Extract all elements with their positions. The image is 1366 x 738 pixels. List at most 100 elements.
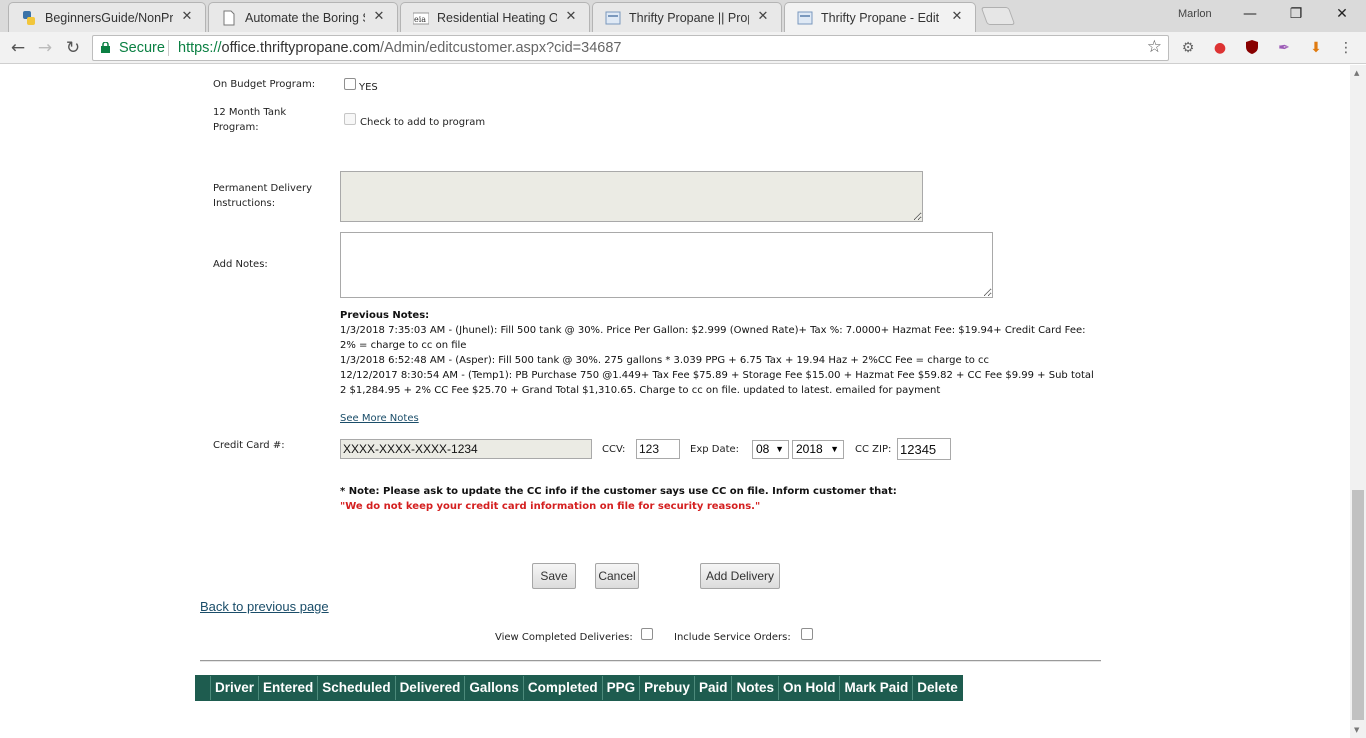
previous-note-item: 12/12/2017 8:30:54 AM - (Temp1): PB Purc… xyxy=(340,370,1094,396)
previous-notes-heading: Previous Notes: xyxy=(340,310,430,321)
cc-update-note: * Note: Please ask to update the CC info… xyxy=(340,486,897,497)
back-arrow-icon[interactable]: ← xyxy=(7,37,29,59)
exp-month-value: 08 xyxy=(756,442,770,456)
table-header-cell[interactable]: Notes xyxy=(731,676,778,700)
close-tab-icon[interactable]: ✕ xyxy=(371,9,387,25)
add-delivery-button[interactable]: Add Delivery xyxy=(700,563,780,589)
close-tab-icon[interactable]: ✕ xyxy=(179,9,195,25)
tab-strip: BeginnersGuide/NonProg ✕ Automate the Bo… xyxy=(0,0,1366,33)
url-host: office.thriftypropane.com xyxy=(221,40,381,56)
minimize-button[interactable]: — xyxy=(1227,0,1273,30)
perm-instructions-textarea[interactable] xyxy=(340,171,923,222)
divider xyxy=(200,660,1101,662)
table-header-cell[interactable]: Driver xyxy=(210,676,258,700)
ublock-icon[interactable] xyxy=(1243,39,1261,57)
feather-icon[interactable]: ✒ xyxy=(1275,39,1293,57)
table-header-cell[interactable]: Mark Paid xyxy=(839,676,912,700)
tab-title: Thrifty Propane || Propan xyxy=(629,11,749,25)
settings-extension-icon[interactable]: ⚙ xyxy=(1179,39,1197,57)
tab-title: Residential Heating Oil W xyxy=(437,11,557,25)
cancel-button[interactable]: Cancel xyxy=(595,563,639,589)
add-notes-label: Add Notes: xyxy=(213,259,268,270)
table-header-cell[interactable]: Prebuy xyxy=(639,676,694,700)
table-header-cell[interactable]: Gallons xyxy=(464,676,523,700)
python-icon xyxy=(23,11,35,25)
tank-program-label-line1: 12 Month Tank xyxy=(213,107,287,118)
budget-yes-checkbox[interactable] xyxy=(344,78,356,90)
page-icon xyxy=(797,11,813,25)
back-to-previous-page-link[interactable]: Back to previous page xyxy=(200,599,329,614)
save-button[interactable]: Save xyxy=(532,563,576,589)
dropdown-arrow-icon: ▼ xyxy=(775,444,784,454)
tank-program-checkbox[interactable] xyxy=(344,113,356,125)
budget-yes-label: YES xyxy=(359,82,378,93)
close-tab-icon[interactable]: ✕ xyxy=(755,9,771,25)
cc-zip-input[interactable] xyxy=(897,438,951,460)
page-content: On Budget Program: YES 12 Month Tank Pro… xyxy=(0,65,1350,738)
cc-security-warning: "We do not keep your credit card informa… xyxy=(340,501,761,512)
budget-program-label: On Budget Program: xyxy=(213,79,316,90)
table-header-cell[interactable]: Delivered xyxy=(394,676,465,700)
scroll-down-arrow-icon[interactable]: ▼ xyxy=(1354,726,1359,734)
tab-title: Automate the Boring Stu xyxy=(245,11,365,25)
ccv-input[interactable] xyxy=(636,439,680,459)
ccv-label: CCV: xyxy=(602,444,626,455)
previous-note-item: 1/3/2018 7:35:03 AM - (Jhunel): Fill 500… xyxy=(340,325,1086,351)
exp-year-value: 2018 xyxy=(796,442,823,456)
table-header-cell[interactable]: Entered xyxy=(258,676,317,700)
table-header-cell[interactable]: On Hold xyxy=(777,676,840,700)
table-header-cell[interactable]: Paid xyxy=(693,676,732,700)
exp-month-select[interactable]: 08 ▼ xyxy=(752,440,789,459)
add-notes-textarea[interactable] xyxy=(340,232,993,298)
table-header-cell[interactable]: Completed xyxy=(522,676,602,700)
forward-arrow-icon[interactable]: → xyxy=(34,37,56,59)
tab-title: Thrifty Propane - Edit Cu xyxy=(821,11,943,25)
table-header-cell[interactable]: Scheduled xyxy=(317,676,394,700)
browser-tab-2[interactable]: Automate the Boring Stu ✕ xyxy=(208,2,398,32)
download-icon[interactable]: ⬇ xyxy=(1307,39,1325,57)
bookmark-star-icon[interactable]: ☆ xyxy=(1147,37,1162,57)
menu-dots-icon[interactable]: ⋮ xyxy=(1337,39,1355,57)
url-separator xyxy=(168,40,169,56)
url-scheme: https:// xyxy=(178,40,222,56)
lock-icon xyxy=(101,42,110,53)
scrollbar-thumb[interactable] xyxy=(1352,490,1364,720)
url-text[interactable]: https://office.thriftypropane.com/Admin/… xyxy=(178,40,621,56)
see-more-notes-link[interactable]: See More Notes xyxy=(340,413,419,424)
browser-tab-1[interactable]: BeginnersGuide/NonProg ✕ xyxy=(8,2,206,32)
restore-button[interactable]: ❐ xyxy=(1273,0,1319,30)
view-completed-checkbox[interactable] xyxy=(641,628,653,640)
browser-tab-3[interactable]: eia Residential Heating Oil W ✕ xyxy=(400,2,590,32)
dropdown-arrow-icon: ▼ xyxy=(830,444,839,454)
svg-text:eia: eia xyxy=(414,15,426,24)
new-tab-button[interactable] xyxy=(980,7,1016,25)
close-tab-icon[interactable]: ✕ xyxy=(949,9,965,25)
exp-date-label: Exp Date: xyxy=(690,444,740,455)
browser-tab-5-active[interactable]: Thrifty Propane - Edit Cu ✕ xyxy=(784,2,976,33)
cc-zip-label: CC ZIP: xyxy=(855,444,892,455)
table-header-cell[interactable]: Delete xyxy=(912,676,962,700)
close-window-button[interactable]: ✕ xyxy=(1319,0,1365,30)
page-icon xyxy=(605,11,621,25)
credit-card-number-input[interactable] xyxy=(340,439,592,459)
include-service-label: Include Service Orders: xyxy=(674,632,791,643)
reload-icon[interactable]: ↻ xyxy=(62,37,84,59)
tank-program-option-label: Check to add to program xyxy=(360,117,486,128)
location-pin-icon[interactable]: ● xyxy=(1211,39,1229,57)
perm-instructions-label-line1: Permanent Delivery xyxy=(213,183,313,194)
address-bar[interactable]: Secure https://office.thriftypropane.com… xyxy=(92,35,1169,61)
eia-icon: eia xyxy=(413,12,429,25)
table-header-cell[interactable]: PPG xyxy=(601,676,640,700)
url-path: /Admin/editcustomer.aspx?cid=34687 xyxy=(380,40,622,56)
table-header-cell xyxy=(196,676,210,700)
browser-tab-4[interactable]: Thrifty Propane || Propan ✕ xyxy=(592,2,782,32)
scroll-up-arrow-icon[interactable]: ▲ xyxy=(1354,69,1359,77)
close-tab-icon[interactable]: ✕ xyxy=(563,9,579,25)
secure-label: Secure xyxy=(119,40,165,56)
vertical-scrollbar[interactable]: ▲ ▼ xyxy=(1350,65,1366,738)
view-completed-label: View Completed Deliveries: xyxy=(495,632,633,643)
include-service-checkbox[interactable] xyxy=(801,628,813,640)
tab-title: BeginnersGuide/NonProg xyxy=(45,11,173,25)
exp-year-select[interactable]: 2018 ▼ xyxy=(792,440,844,459)
profile-name[interactable]: Marlon xyxy=(1178,8,1212,20)
